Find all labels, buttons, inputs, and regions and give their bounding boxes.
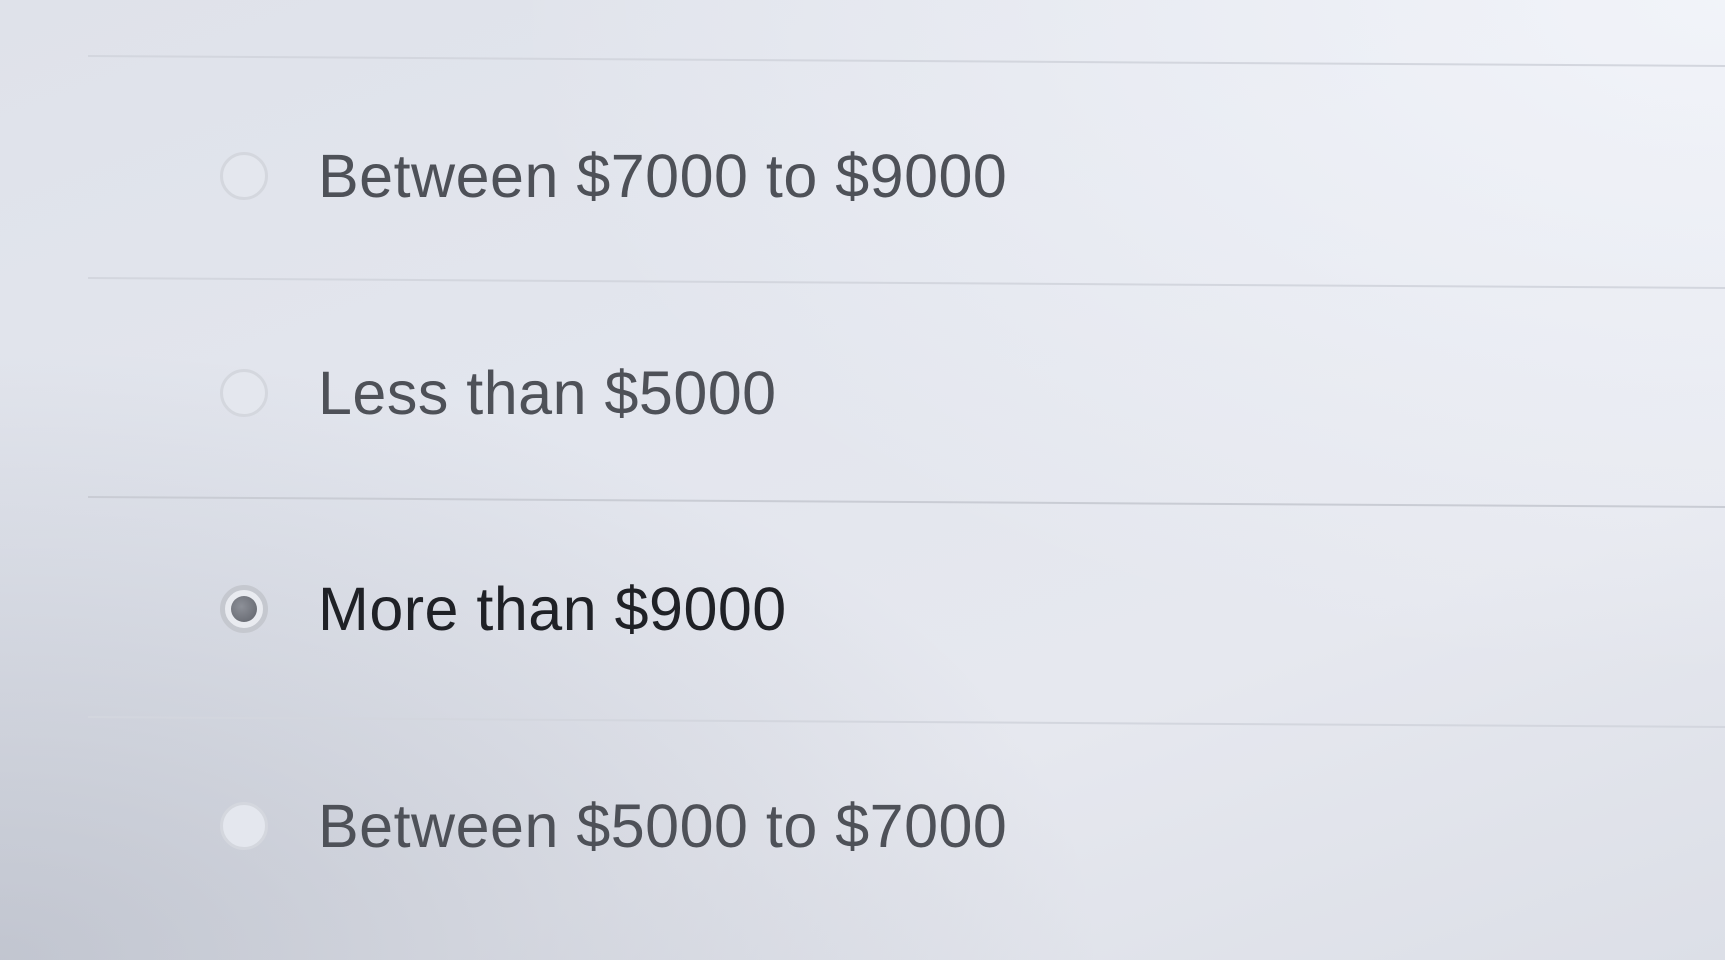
radio-button-unchecked[interactable]	[220, 152, 268, 200]
radio-button-unchecked[interactable]	[220, 369, 268, 417]
option-label: Between $7000 to $9000	[318, 142, 1008, 210]
option-label: Less than $5000	[318, 359, 777, 427]
option-between-5000-7000[interactable]: Between $5000 to $7000	[220, 786, 1007, 866]
option-less-than-5000[interactable]: Less than $5000	[220, 353, 777, 433]
option-divider	[87, 716, 1725, 728]
option-divider	[87, 496, 1725, 508]
option-label: More than $9000	[318, 575, 787, 643]
option-more-than-9000[interactable]: More than $9000	[220, 569, 787, 649]
answer-options-list: Between $7000 to $9000 Less than $5000 M…	[0, 0, 1725, 960]
option-divider	[87, 277, 1725, 289]
option-divider	[87, 55, 1725, 67]
option-between-7000-9000[interactable]: Between $7000 to $9000	[220, 136, 1007, 216]
radio-button-checked[interactable]	[220, 585, 268, 633]
radio-button-unchecked[interactable]	[220, 802, 268, 850]
option-label: Between $5000 to $7000	[318, 792, 1008, 860]
